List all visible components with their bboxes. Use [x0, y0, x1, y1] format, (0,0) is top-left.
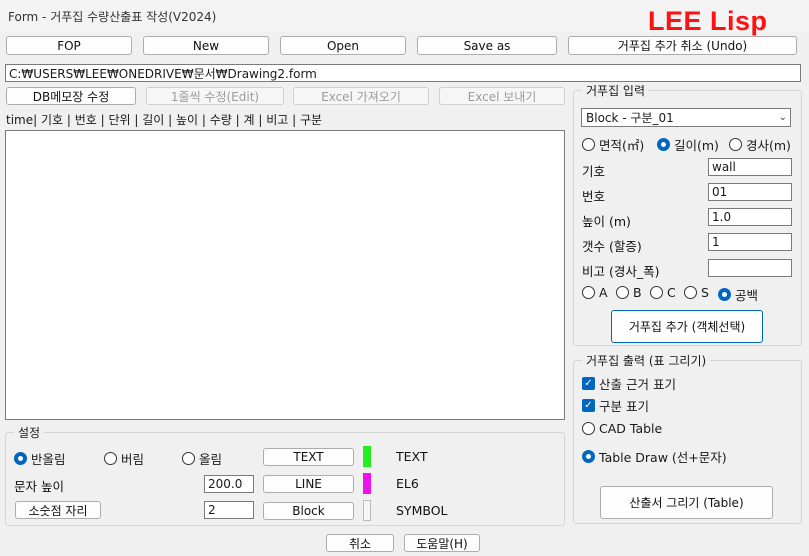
floor-label: 버림 [121, 452, 145, 467]
excel-import-button[interactable]: Excel 가져오기 [293, 87, 429, 105]
decimal-button[interactable]: 소숫점 자리 [15, 501, 101, 519]
save-as-button[interactable]: Save as [417, 36, 557, 55]
height-field[interactable]: 1.0 [708, 208, 792, 226]
block-select-value: Block - 구분_01 [586, 111, 674, 125]
basis-check-label: 산출 근거 표기 [599, 377, 676, 392]
cad-table-option[interactable]: CAD Table [582, 421, 662, 436]
brand-logo: LEE Lisp [648, 6, 768, 36]
mode-slope-option[interactable]: 경사(m) [729, 135, 791, 154]
number-field[interactable]: 01 [708, 183, 792, 201]
mode-length-radio[interactable] [657, 138, 670, 151]
category-a-option[interactable]: A [582, 285, 608, 300]
category-s-radio[interactable] [684, 286, 697, 299]
mode-area-option[interactable]: 면적(㎡) [582, 135, 644, 154]
text-layer-name: TEXT [396, 449, 428, 464]
input-group-title: 거푸집 입력 [582, 82, 650, 99]
symbol-field[interactable]: wall [708, 158, 792, 176]
block-layer-button[interactable]: Block [263, 502, 354, 520]
text-layer-color[interactable] [363, 446, 371, 467]
fop-button[interactable]: FOP [6, 36, 132, 55]
table-draw-label: Table Draw (선+문자) [599, 450, 727, 465]
category-b-radio[interactable] [616, 286, 629, 299]
excel-export-button[interactable]: Excel 보내기 [439, 87, 565, 105]
ceil-radio[interactable] [182, 452, 195, 465]
text-height-field[interactable]: 200.0 [204, 475, 254, 493]
category-blank-label: 공백 [735, 288, 759, 303]
line-layer-name: EL6 [396, 476, 419, 491]
mode-area-label: 면적(㎡) [599, 138, 645, 153]
window-title: Form - 거푸집 수량산출표 작성(V2024) [8, 10, 217, 24]
line-layer-color[interactable] [363, 473, 371, 494]
ceil-option[interactable]: 올림 [182, 449, 222, 468]
category-a-label: A [599, 285, 608, 300]
open-button[interactable]: Open [280, 36, 406, 55]
round-radio[interactable] [14, 452, 27, 465]
category-blank-radio[interactable] [718, 288, 731, 301]
floor-radio[interactable] [104, 452, 117, 465]
file-path-field[interactable]: C:₩USERS₩LEE₩ONEDRIVE₩문서₩Drawing2.form [5, 64, 801, 82]
new-button[interactable]: New [143, 36, 269, 55]
category-b-label: B [633, 285, 642, 300]
line-layer-button[interactable]: LINE [263, 475, 354, 493]
settings-group-title: 설정 [14, 424, 45, 441]
output-group-title: 거푸집 출력 (표 그리기) [582, 352, 711, 369]
mode-area-radio[interactable] [582, 138, 595, 151]
block-layer-name: SYMBOL [396, 503, 448, 518]
category-blank-option[interactable]: 공백 [718, 285, 758, 304]
category-c-radio[interactable] [650, 286, 663, 299]
add-formwork-button[interactable]: 거푸집 추가 (객체선택) [611, 310, 763, 343]
db-memo-button[interactable]: DB메모장 수정 [6, 87, 136, 105]
ceil-label: 올림 [199, 452, 223, 467]
chevron-down-icon: ⌄ [778, 112, 787, 123]
cancel-button[interactable]: 취소 [326, 534, 394, 552]
height-label: 높이 (m) [582, 214, 631, 229]
help-button[interactable]: 도움말(H) [404, 534, 480, 552]
note-field[interactable] [708, 259, 792, 277]
edit-row-button[interactable]: 1줄씩 수정(Edit) [146, 87, 284, 105]
category-c-option[interactable]: C [650, 285, 676, 300]
text-layer-button[interactable]: TEXT [263, 448, 354, 466]
round-option[interactable]: 반올림 [14, 449, 66, 468]
category-s-option[interactable]: S [684, 285, 709, 300]
basis-checkbox[interactable]: ✓ [582, 377, 595, 390]
floor-option[interactable]: 버림 [104, 449, 144, 468]
note-label: 비고 (경사_폭) [582, 264, 660, 279]
cad-table-radio[interactable] [582, 422, 595, 435]
mode-slope-radio[interactable] [729, 138, 742, 151]
category-a-radio[interactable] [582, 286, 595, 299]
mode-slope-label: 경사(m) [746, 138, 791, 153]
count-label: 갯수 (할증) [582, 239, 642, 254]
undo-button[interactable]: 거푸집 추가 취소 (Undo) [568, 36, 797, 55]
draw-table-button[interactable]: 산출서 그리기 (Table) [600, 486, 773, 519]
decimal-field[interactable]: 2 [204, 501, 254, 519]
mode-length-option[interactable]: 길이(m) [657, 135, 719, 154]
symbol-label: 기호 [582, 164, 606, 179]
round-label: 반올림 [31, 452, 66, 467]
category-c-label: C [667, 285, 676, 300]
category-s-label: S [701, 285, 709, 300]
mode-length-label: 길이(m) [674, 138, 719, 153]
list-header: time| 기호 | 번호 | 단위 | 길이 | 높이 | 수량 | 계 | … [6, 113, 323, 127]
block-select[interactable]: Block - 구분_01 ⌄ [581, 108, 791, 127]
block-layer-color[interactable] [363, 500, 371, 521]
cad-table-label: CAD Table [599, 421, 663, 436]
category-checkbox[interactable]: ✓ [582, 399, 595, 412]
number-label: 번호 [582, 189, 606, 204]
table-draw-option[interactable]: Table Draw (선+문자) [582, 447, 727, 466]
text-height-label: 문자 높이 [14, 479, 64, 494]
count-field[interactable]: 1 [708, 233, 792, 251]
table-draw-radio[interactable] [582, 450, 595, 463]
category-check-label: 구분 표기 [599, 399, 649, 414]
category-b-option[interactable]: B [616, 285, 642, 300]
basis-check-option[interactable]: ✓ 산출 근거 표기 [582, 374, 676, 393]
formwork-listbox[interactable] [5, 130, 565, 420]
category-check-option[interactable]: ✓ 구분 표기 [582, 396, 649, 415]
